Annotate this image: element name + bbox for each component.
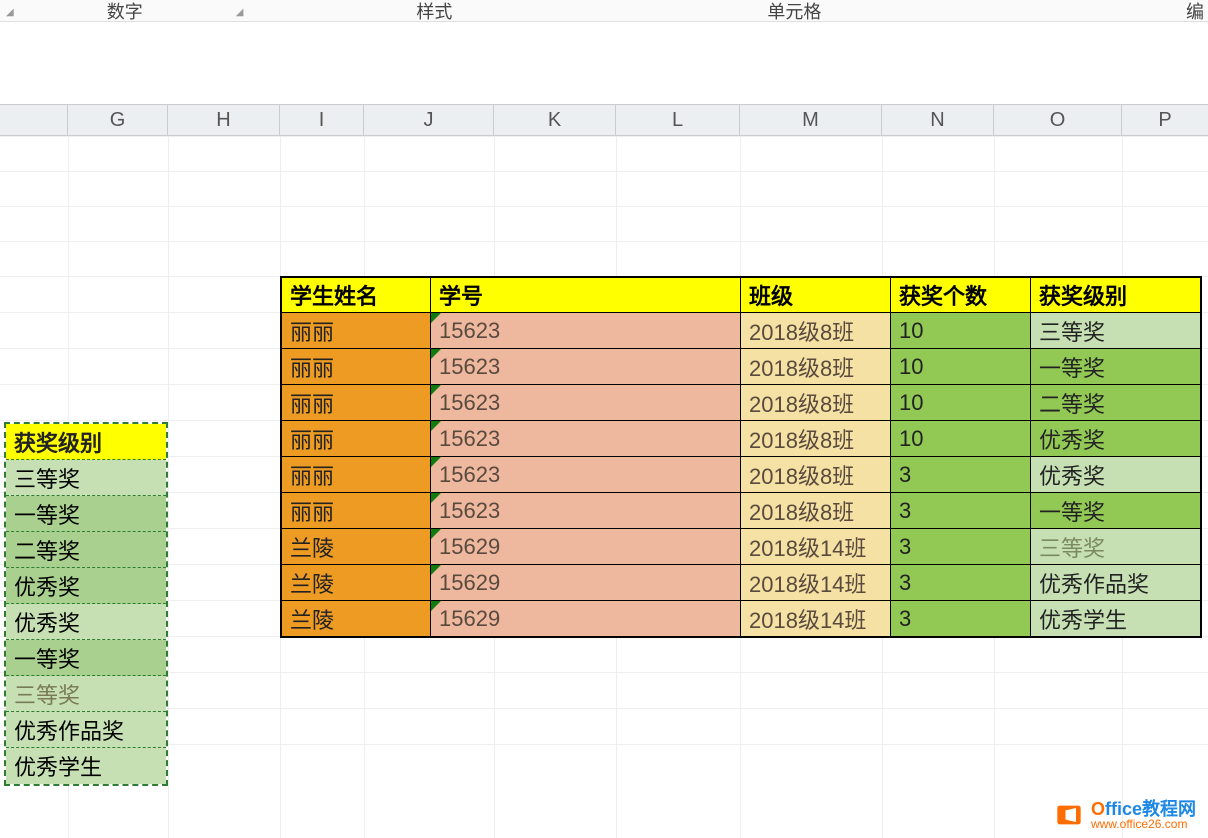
col-header-I[interactable]: I bbox=[280, 105, 364, 135]
main-table[interactable]: 学生姓名 学号 班级 获奖个数 获奖级别 丽丽 15623 2018级8班 10… bbox=[280, 276, 1202, 638]
cell-name[interactable]: 丽丽 bbox=[281, 421, 431, 457]
cell-class[interactable]: 2018级14班 bbox=[741, 601, 891, 637]
cell-award[interactable]: 优秀奖 bbox=[1031, 421, 1201, 457]
table-row: 丽丽 15623 2018级8班 10 一等奖 bbox=[281, 349, 1201, 385]
col-header-G[interactable]: G bbox=[68, 105, 168, 135]
col-header-H[interactable]: H bbox=[168, 105, 280, 135]
cell-id[interactable]: 15623 bbox=[431, 385, 741, 421]
cell-id[interactable]: 15623 bbox=[431, 349, 741, 385]
cell-id[interactable]: 15623 bbox=[431, 313, 741, 349]
cell-award[interactable]: 优秀学生 bbox=[1031, 601, 1201, 637]
list-item[interactable]: 一等奖 bbox=[6, 640, 166, 676]
cell-count[interactable]: 3 bbox=[891, 565, 1031, 601]
list-item[interactable]: 三等奖 bbox=[6, 460, 166, 496]
col-header-K[interactable]: K bbox=[494, 105, 616, 135]
cell-name[interactable]: 丽丽 bbox=[281, 313, 431, 349]
col-header-M[interactable]: M bbox=[740, 105, 882, 135]
header-count[interactable]: 获奖个数 bbox=[891, 277, 1031, 313]
cell-class[interactable]: 2018级8班 bbox=[741, 493, 891, 529]
cell-count[interactable]: 3 bbox=[891, 601, 1031, 637]
table-row: 丽丽 15623 2018级8班 10 三等奖 bbox=[281, 313, 1201, 349]
cell-name[interactable]: 丽丽 bbox=[281, 493, 431, 529]
header-award[interactable]: 获奖级别 bbox=[1031, 277, 1201, 313]
header-name[interactable]: 学生姓名 bbox=[281, 277, 431, 313]
list-item[interactable]: 优秀作品奖 bbox=[6, 712, 166, 748]
cell-id[interactable]: 15623 bbox=[431, 457, 741, 493]
cell-name[interactable]: 丽丽 bbox=[281, 349, 431, 385]
cell-count[interactable]: 3 bbox=[891, 493, 1031, 529]
header-class[interactable]: 班级 bbox=[741, 277, 891, 313]
ribbon-group-styles[interactable]: 样式 bbox=[249, 0, 619, 24]
list-item[interactable]: 优秀奖 bbox=[6, 604, 166, 640]
cell-name[interactable]: 兰陵 bbox=[281, 529, 431, 565]
col-header-O[interactable]: O bbox=[994, 105, 1122, 135]
list-item[interactable]: 优秀学生 bbox=[6, 748, 166, 784]
header-id[interactable]: 学号 bbox=[431, 277, 741, 313]
cell-award[interactable]: 三等奖 bbox=[1031, 529, 1201, 565]
cell-count[interactable]: 10 bbox=[891, 421, 1031, 457]
cell-class[interactable]: 2018级14班 bbox=[741, 565, 891, 601]
ribbon-group-number[interactable]: 数字 bbox=[20, 0, 230, 24]
cell-id[interactable]: 15629 bbox=[431, 601, 741, 637]
cell-name[interactable]: 兰陵 bbox=[281, 565, 431, 601]
table-row: 丽丽 15623 2018级8班 3 一等奖 bbox=[281, 493, 1201, 529]
left-header[interactable]: 获奖级别 bbox=[6, 424, 166, 460]
col-header-P[interactable]: P bbox=[1122, 105, 1208, 135]
dialog-launcher-icon[interactable]: ◢ bbox=[230, 7, 250, 18]
col-header-J[interactable]: J bbox=[364, 105, 494, 135]
cell-count[interactable]: 10 bbox=[891, 349, 1031, 385]
column-headers[interactable]: G H I J K L M N O P bbox=[0, 104, 1208, 136]
cell-award[interactable]: 一等奖 bbox=[1031, 493, 1201, 529]
cell-award[interactable]: 优秀作品奖 bbox=[1031, 565, 1201, 601]
watermark: Office教程网 www.office26.com bbox=[1055, 800, 1196, 830]
cell-class[interactable]: 2018级8班 bbox=[741, 385, 891, 421]
list-item[interactable]: 二等奖 bbox=[6, 532, 166, 568]
col-header-N[interactable]: N bbox=[882, 105, 994, 135]
ribbon-group-editing[interactable]: 编 bbox=[969, 0, 1208, 24]
cell-id[interactable]: 15623 bbox=[431, 493, 741, 529]
watermark-title: Office教程网 bbox=[1091, 800, 1196, 818]
table-row: 兰陵 15629 2018级14班 3 优秀作品奖 bbox=[281, 565, 1201, 601]
ribbon-group-labels: ◢ 数字 ◢ 样式 单元格 编 bbox=[0, 0, 1208, 22]
copied-range[interactable]: 获奖级别 三等奖 一等奖 二等奖 优秀奖 优秀奖 一等奖 三等奖 优秀作品奖 优… bbox=[4, 422, 168, 786]
cell-award[interactable]: 二等奖 bbox=[1031, 385, 1201, 421]
col-header-F[interactable] bbox=[0, 105, 68, 135]
cell-id[interactable]: 15629 bbox=[431, 529, 741, 565]
cell-name[interactable]: 丽丽 bbox=[281, 457, 431, 493]
cell-award[interactable]: 优秀奖 bbox=[1031, 457, 1201, 493]
cell-count[interactable]: 3 bbox=[891, 457, 1031, 493]
cell-class[interactable]: 2018级8班 bbox=[741, 349, 891, 385]
list-item[interactable]: 三等奖 bbox=[6, 676, 166, 712]
cell-name[interactable]: 兰陵 bbox=[281, 601, 431, 637]
cell-class[interactable]: 2018级14班 bbox=[741, 529, 891, 565]
cell-count[interactable]: 3 bbox=[891, 529, 1031, 565]
list-item[interactable]: 优秀奖 bbox=[6, 568, 166, 604]
cell-award[interactable]: 三等奖 bbox=[1031, 313, 1201, 349]
office-logo-icon bbox=[1055, 801, 1083, 829]
dialog-launcher-icon[interactable]: ◢ bbox=[0, 7, 20, 18]
cell-count[interactable]: 10 bbox=[891, 313, 1031, 349]
table-row: 丽丽 15623 2018级8班 10 优秀奖 bbox=[281, 421, 1201, 457]
cell-award[interactable]: 一等奖 bbox=[1031, 349, 1201, 385]
cell-id[interactable]: 15629 bbox=[431, 565, 741, 601]
table-row: 丽丽 15623 2018级8班 3 优秀奖 bbox=[281, 457, 1201, 493]
table-row: 兰陵 15629 2018级14班 3 优秀学生 bbox=[281, 601, 1201, 637]
watermark-url: www.office26.com bbox=[1091, 818, 1196, 830]
table-header-row: 学生姓名 学号 班级 获奖个数 获奖级别 bbox=[281, 277, 1201, 313]
cell-id[interactable]: 15623 bbox=[431, 421, 741, 457]
table-row: 丽丽 15623 2018级8班 10 二等奖 bbox=[281, 385, 1201, 421]
ribbon-group-cells[interactable]: 单元格 bbox=[619, 0, 969, 24]
cell-class[interactable]: 2018级8班 bbox=[741, 457, 891, 493]
cell-name[interactable]: 丽丽 bbox=[281, 385, 431, 421]
cell-count[interactable]: 10 bbox=[891, 385, 1031, 421]
list-item[interactable]: 一等奖 bbox=[6, 496, 166, 532]
worksheet[interactable]: 获奖级别 三等奖 一等奖 二等奖 优秀奖 优秀奖 一等奖 三等奖 优秀作品奖 优… bbox=[0, 136, 1208, 838]
cell-class[interactable]: 2018级8班 bbox=[741, 313, 891, 349]
cell-class[interactable]: 2018级8班 bbox=[741, 421, 891, 457]
table-row: 兰陵 15629 2018级14班 3 三等奖 bbox=[281, 529, 1201, 565]
col-header-L[interactable]: L bbox=[616, 105, 740, 135]
